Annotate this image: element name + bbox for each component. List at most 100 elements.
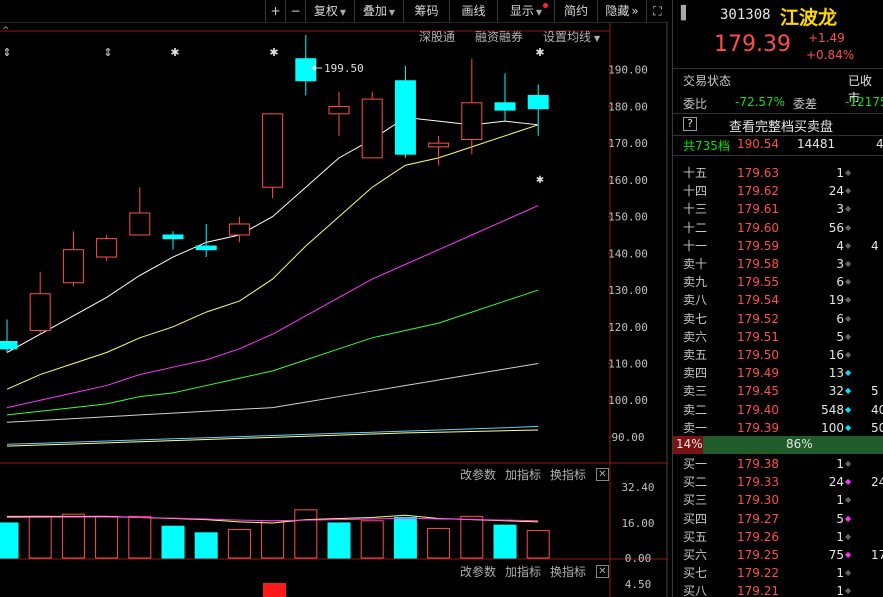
sell-row[interactable]: 十三 179.61 3 ◆: [673, 200, 883, 218]
sell-row[interactable]: 卖二 179.40 548 ◆ 40: [673, 401, 883, 419]
sell-row[interactable]: 卖四 179.49 13 ◆: [673, 364, 883, 382]
shengutong-button[interactable]: 深股通: [419, 28, 455, 45]
close-indicator-icon-2[interactable]: ✕: [596, 565, 609, 578]
volume-bar: [526, 530, 550, 559]
huanzhibiao-button[interactable]: 换指标: [550, 466, 586, 483]
level-marker-icon: ◆: [845, 313, 852, 323]
level-label: 卖二: [683, 402, 708, 417]
candle-body[interactable]: [361, 98, 383, 159]
candle-body[interactable]: [29, 293, 51, 331]
candle-body[interactable]: [195, 245, 217, 251]
candle-body[interactable]: [527, 94, 549, 110]
level-volume: 100: [821, 420, 844, 435]
candle-body[interactable]: [129, 212, 151, 236]
event-mark-icon[interactable]: ✱: [536, 175, 544, 186]
level-marker-icon: ◆: [845, 331, 852, 341]
candle-body[interactable]: [228, 223, 250, 236]
jiazhibiao-button[interactable]: 加指标: [505, 466, 541, 483]
candle-body[interactable]: [0, 340, 18, 350]
close-indicator-icon[interactable]: ✕: [596, 468, 609, 481]
signal-block: [263, 583, 286, 597]
level-volume: 6: [836, 275, 844, 290]
level-marker-icon: ◆: [845, 422, 852, 432]
level-price: 179.21: [737, 584, 779, 597]
volume-bar: [194, 532, 218, 559]
buy-row[interactable]: 买八 179.21 1 ◆: [673, 582, 883, 597]
panel-menu-icon[interactable]: ▌: [681, 6, 691, 21]
sell-row[interactable]: 卖八 179.54 19 ◆: [673, 291, 883, 309]
kline-chart[interactable]: 190.00 180.00 170.00 160.00 150.00 140.00 130.…: [0, 23, 668, 597]
gaicanshu-button-2[interactable]: 改参数: [460, 563, 496, 580]
buy-row[interactable]: 买五 179.26 1 ◆: [673, 528, 883, 546]
sell-row[interactable]: 卖九 179.55 6 ◆: [673, 273, 883, 291]
help-icon[interactable]: ?: [683, 117, 697, 131]
level-marker-icon: ◆: [845, 277, 852, 287]
junxian-button[interactable]: 设置均线 ▼: [543, 28, 600, 45]
volume-bar: [227, 529, 251, 559]
gaicanshu-button[interactable]: 改参数: [460, 466, 496, 483]
level-label: 买一: [683, 457, 708, 471]
candle-body[interactable]: [328, 105, 350, 115]
sell-row[interactable]: 十四 179.62 24 ◆: [673, 182, 883, 200]
event-mark-icon[interactable]: ✱: [269, 46, 278, 59]
level-marker-icon: ◆: [845, 368, 852, 378]
buy-row[interactable]: 买三 179.30 1 ◆: [673, 491, 883, 509]
volume-ma-line: [6, 516, 539, 522]
level-volume: 16: [828, 348, 844, 362]
huaxian-button[interactable]: 画线: [449, 0, 497, 22]
view-full-depth-link[interactable]: 查看完整档买卖盘: [729, 116, 833, 135]
huanzhibiao-button-2[interactable]: 换指标: [550, 563, 586, 580]
volume-bar: [393, 516, 417, 559]
price-axis-label: 190.00: [608, 64, 648, 77]
level-volume: 1: [836, 166, 844, 180]
price-grid: 190.00 180.00 170.00 160.00 150.00 140.00 130.…: [608, 64, 648, 444]
level-price: 179.59: [737, 238, 779, 253]
candle-body[interactable]: [461, 102, 483, 140]
candle-body[interactable]: [428, 142, 450, 148]
high-price-label: 199.50: [324, 62, 364, 75]
candle-body[interactable]: [162, 234, 184, 240]
sell-row[interactable]: 卖六 179.51 5 ◆: [673, 328, 883, 346]
candle-body[interactable]: [295, 58, 317, 82]
event-mark-icon[interactable]: ⇕: [2, 46, 11, 59]
rongzi-button[interactable]: 融资融券: [475, 28, 523, 45]
candle-body[interactable]: [262, 113, 284, 188]
candle-body[interactable]: [96, 238, 118, 258]
sell-row[interactable]: 卖十 179.58 3 ◆: [673, 255, 883, 273]
candle-body[interactable]: [494, 102, 516, 111]
level-volume: 5: [836, 329, 844, 344]
event-mark-icon[interactable]: ⇕: [103, 46, 112, 59]
level-label: 卖十: [683, 257, 708, 271]
sell-row[interactable]: 十二 179.60 56 ◆: [673, 219, 883, 237]
buy-row[interactable]: 买一 179.38 1 ◆: [673, 455, 883, 473]
zoom-out-button[interactable]: −: [285, 0, 305, 22]
jianyue-button[interactable]: 简约: [554, 0, 597, 22]
sell-row[interactable]: 卖一 179.39 100 ◆ 50: [673, 419, 883, 437]
level-price: 179.33: [737, 475, 779, 490]
sell-row[interactable]: 卖五 179.50 16 ◆: [673, 346, 883, 364]
buy-row[interactable]: 买四 179.27 5 ◆: [673, 510, 883, 528]
buy-row[interactable]: 买六 179.25 75 ◆ 17: [673, 546, 883, 564]
event-mark-icon[interactable]: ✱: [170, 46, 179, 59]
chouma-button[interactable]: 筹码: [403, 0, 449, 22]
xianshi-button[interactable]: 显示 ▼: [497, 0, 554, 22]
event-mark-icon[interactable]: ✱: [535, 46, 544, 59]
divider: [673, 155, 883, 156]
sell-row[interactable]: 十一 179.59 4 ◆ 4: [673, 237, 883, 255]
level-ext: 40: [871, 402, 883, 417]
buy-row[interactable]: 买二 179.33 24 ◆ 24: [673, 473, 883, 491]
yincang-button[interactable]: 隐藏»: [597, 0, 646, 22]
buy-row[interactable]: 买七 179.22 1 ◆: [673, 564, 883, 582]
candle-body[interactable]: [394, 80, 416, 155]
sell-row[interactable]: 卖七 179.52 6 ◆: [673, 310, 883, 328]
fuquan-button[interactable]: 复权 ▼: [305, 0, 354, 22]
fullscreen-button[interactable]: ⛶: [646, 0, 668, 22]
sell-row[interactable]: 十五 179.63 1 ◆: [673, 164, 883, 182]
candle-body[interactable]: [62, 249, 84, 284]
zoom-in-button[interactable]: +: [265, 0, 285, 22]
diejia-button[interactable]: 叠加 ▼: [354, 0, 403, 22]
level-volume: 6: [836, 311, 844, 326]
jiazhibiao-button-2[interactable]: 加指标: [505, 563, 541, 580]
xianshi-label: 显示: [509, 4, 534, 18]
sell-row[interactable]: 卖三 179.45 32 ◆ 5: [673, 382, 883, 400]
